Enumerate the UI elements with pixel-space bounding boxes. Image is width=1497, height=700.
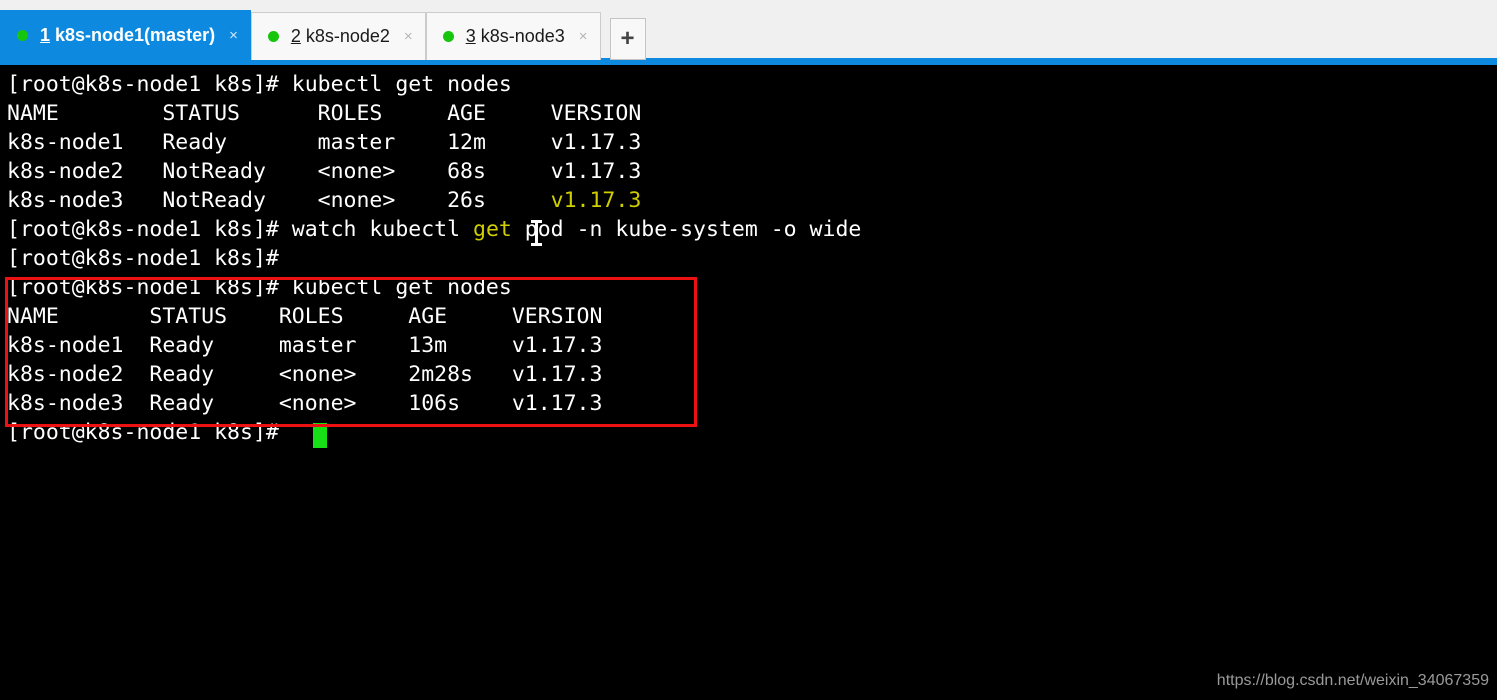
text-cursor: [313, 423, 327, 448]
terminal-line: [root@k8s-node1 k8s]#: [7, 244, 279, 274]
tab-label: k8s-node2: [305, 26, 390, 46]
line-text: NAME STATUS ROLES AGE VERSION: [7, 101, 642, 126]
tab-bar: 1 k8s-node1(master) × 2 k8s-node2 × 3 k8…: [0, 0, 1497, 65]
line-text: [root@k8s-node1 k8s]#: [7, 420, 292, 445]
line-text: k8s-node1 Ready master 12m v1.17.3: [7, 130, 642, 155]
green-dot-icon: [267, 31, 279, 42]
terminal-line: NAME STATUS ROLES AGE VERSION: [7, 99, 641, 129]
line-text: [root@k8s-node1 k8s]# kubectl get nodes: [7, 275, 512, 300]
line-text: k8s-node3 NotReady <none> 26s: [7, 188, 551, 213]
terminal-line: k8s-node2 Ready <none> 2m28s v1.17.3: [7, 360, 602, 390]
terminal-line: [root@k8s-node1 k8s]# watch kubectl get …: [7, 215, 861, 245]
tab-k8s-node3[interactable]: 3 k8s-node3 ×: [425, 12, 601, 60]
line-highlight: get: [473, 217, 512, 242]
terminal-line: [root@k8s-node1 k8s]# kubectl get nodes: [7, 70, 512, 100]
terminal-line: k8s-node1 Ready master 13m v1.17.3: [7, 331, 602, 361]
tab-number: 1: [40, 24, 51, 45]
tab-k8s-node1[interactable]: 1 k8s-node1(master) ×: [0, 10, 251, 60]
line-highlight: v1.17.3: [550, 188, 642, 213]
close-icon[interactable]: ×: [404, 29, 413, 44]
line-text: k8s-node2 Ready <none> 2m28s v1.17.3: [7, 362, 603, 387]
new-tab-button[interactable]: +: [609, 18, 646, 60]
terminal-line: k8s-node2 NotReady <none> 68s v1.17.3: [7, 157, 641, 187]
tab-label: k8s-node1(master): [55, 24, 216, 45]
tab-number: 2: [290, 26, 301, 46]
terminal-line: k8s-node1 Ready master 12m v1.17.3: [7, 128, 641, 158]
terminal-output[interactable]: [root@k8s-node1 k8s]# kubectl get nodes …: [0, 65, 1497, 700]
close-icon[interactable]: ×: [579, 29, 588, 44]
line-text: [root@k8s-node1 k8s]# kubectl get nodes: [7, 72, 512, 97]
green-dot-icon: [442, 31, 454, 42]
terminal-line: k8s-node3 NotReady <none> 26s v1.17.3: [7, 186, 641, 216]
line-text: [root@k8s-node1 k8s]# watch kubectl: [7, 217, 473, 242]
terminal-line: k8s-node3 Ready <none> 106s v1.17.3: [7, 389, 602, 419]
line-text-after: pod -n kube-system -o wide: [511, 217, 862, 242]
watermark: https://blog.csdn.net/weixin_34067359: [1216, 672, 1489, 689]
terminal-line: NAME STATUS ROLES AGE VERSION: [7, 302, 602, 332]
tab-number: 3: [465, 26, 476, 46]
green-dot-icon: [17, 29, 28, 41]
line-text: k8s-node1 Ready master 13m v1.17.3: [7, 333, 603, 358]
tab-k8s-node2[interactable]: 2 k8s-node2 ×: [250, 12, 426, 60]
line-text: k8s-node3 Ready <none> 106s v1.17.3: [7, 391, 603, 416]
close-icon[interactable]: ×: [229, 28, 238, 43]
line-text: k8s-node2 NotReady <none> 68s v1.17.3: [7, 159, 642, 184]
terminal-line: [root@k8s-node1 k8s]# kubectl get nodes: [7, 273, 512, 303]
terminal-prompt-line: [root@k8s-node1 k8s]#: [7, 418, 292, 448]
line-text: NAME STATUS ROLES AGE VERSION: [7, 304, 603, 329]
tab-label: k8s-node3: [480, 26, 565, 46]
line-text: [root@k8s-node1 k8s]#: [7, 246, 279, 271]
